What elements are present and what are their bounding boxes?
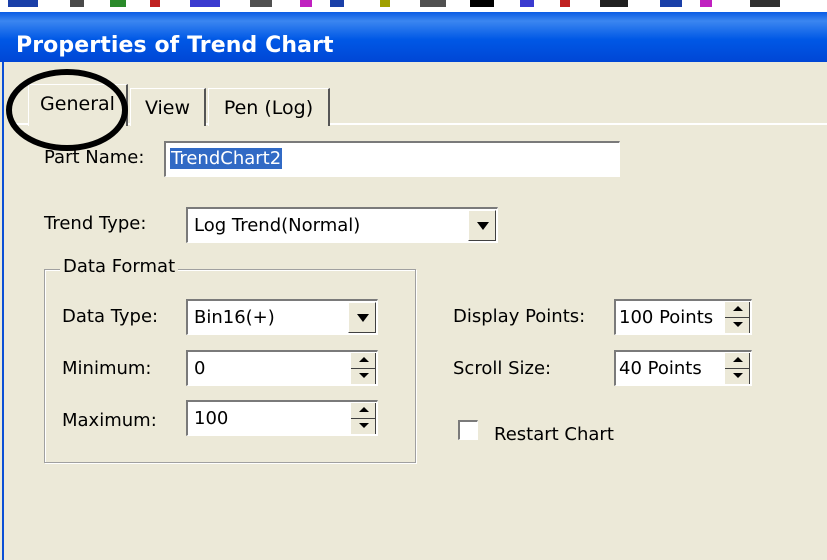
spin-down-icon[interactable] [725, 318, 749, 334]
restart-chart-label[interactable]: Restart Chart [494, 424, 614, 445]
minimum-value: 0 [194, 358, 206, 379]
spin-up-icon[interactable] [725, 353, 749, 369]
dropdown-arrow-icon[interactable] [468, 210, 496, 241]
tab-pen-log-label: Pen (Log) [223, 97, 314, 119]
spin-down-icon[interactable] [351, 369, 375, 385]
spin-up-icon[interactable] [351, 353, 375, 369]
window-title: Properties of Trend Chart [16, 33, 334, 58]
maximum-value: 100 [194, 408, 229, 429]
dropdown-arrow-icon[interactable] [348, 302, 376, 333]
data-type-select[interactable]: Bin16(+) [186, 299, 378, 335]
window-left-border [2, 62, 4, 560]
part-name-value: TrendChart2 [170, 148, 283, 169]
minimum-spinner[interactable]: 0 [186, 350, 378, 386]
tab-pen-log[interactable]: Pen (Log) [208, 88, 330, 126]
title-bar[interactable]: Properties of Trend Chart [0, 12, 827, 62]
maximum-spinner[interactable]: 100 [186, 400, 378, 436]
trend-type-select[interactable]: Log Trend(Normal) [186, 207, 498, 243]
minimum-spin-buttons[interactable] [350, 353, 376, 384]
maximum-spin-buttons[interactable] [350, 403, 376, 434]
tab-view[interactable]: View [130, 88, 206, 126]
minimum-label: Minimum: [62, 358, 152, 379]
display-points-spin-buttons[interactable] [724, 302, 750, 333]
data-type-label: Data Type: [62, 306, 159, 327]
display-points-value: 100 Points [619, 307, 714, 328]
display-points-label: Display Points: [453, 306, 586, 327]
maximum-label: Maximum: [62, 410, 157, 431]
display-points-spinner[interactable]: 100 Points [614, 299, 752, 335]
data-format-group-label: Data Format [60, 256, 179, 277]
part-name-label: Part Name: [44, 147, 145, 168]
data-type-value: Bin16(+) [194, 307, 275, 328]
trend-type-value: Log Trend(Normal) [194, 215, 361, 236]
part-name-input[interactable]: TrendChart2 [164, 141, 620, 177]
trend-type-label: Trend Type: [44, 213, 147, 234]
tab-general[interactable]: General [28, 84, 128, 126]
restart-chart-checkbox[interactable] [458, 420, 478, 440]
tab-view-label: View [144, 97, 191, 119]
spin-up-icon[interactable] [351, 403, 375, 419]
scroll-size-value: 40 Points [619, 358, 702, 379]
scroll-size-spin-buttons[interactable] [724, 353, 750, 384]
background-window-strip [0, 0, 827, 12]
tab-general-label: General [40, 93, 115, 115]
spin-down-icon[interactable] [725, 369, 749, 385]
spin-up-icon[interactable] [725, 302, 749, 318]
scroll-size-spinner[interactable]: 40 Points [614, 350, 752, 386]
spin-down-icon[interactable] [351, 419, 375, 435]
scroll-size-label: Scroll Size: [453, 358, 552, 379]
